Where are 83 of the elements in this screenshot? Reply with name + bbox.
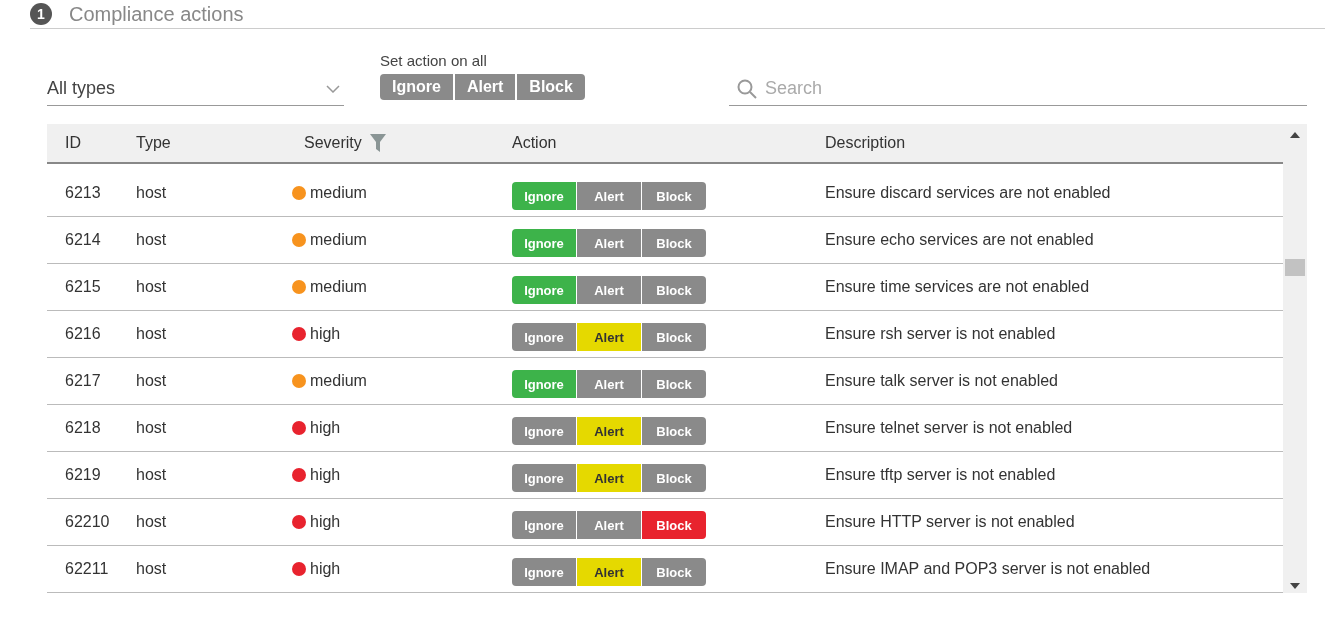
action-button[interactable]: Block — [642, 464, 706, 492]
id-cell-text: 6217 — [64, 372, 102, 390]
set-action-label: Set action on all — [380, 52, 488, 69]
description-cell-text: Ensure telnet server is not enabled — [825, 419, 1074, 437]
action-button[interactable]: Ignore — [512, 276, 576, 304]
action-button[interactable]: Alert — [577, 417, 641, 445]
action-button[interactable]: Block — [642, 229, 706, 257]
description-cell-text: Ensure echo services are not enabled — [825, 231, 1095, 249]
section-title: Compliance actions — [69, 2, 244, 26]
action-button[interactable]: Ignore — [512, 417, 576, 445]
action-button[interactable]: Block — [642, 370, 706, 398]
search-icon — [737, 79, 757, 99]
description-cell-text: Ensure tftp server is not enabled — [825, 466, 1057, 484]
id-cell-text: 6214 — [64, 231, 102, 249]
action-button[interactable]: Ignore — [512, 182, 576, 210]
type-cell-text: host — [136, 419, 168, 437]
severity-label: medium — [310, 278, 367, 296]
action-button[interactable]: Alert — [577, 323, 641, 351]
description-cell-text: Ensure talk server is not enabled — [825, 372, 1059, 390]
description-cell-text: Ensure discard services are not enabled — [825, 184, 1112, 202]
action-button[interactable]: Alert — [577, 558, 641, 586]
column-header[interactable]: ID — [47, 134, 136, 152]
column-header[interactable]: Description — [825, 134, 1283, 152]
action-button[interactable]: Ignore — [512, 229, 576, 257]
type-cell-text: host — [136, 560, 168, 578]
type-cell-text: host — [136, 325, 168, 343]
action-button[interactable]: Alert — [577, 464, 641, 492]
action-button[interactable]: Ignore — [512, 370, 576, 398]
id-cell-text: 6213 — [64, 184, 102, 202]
type-cell-text: host — [136, 372, 168, 390]
type-cell-text: host — [136, 278, 168, 296]
search-field[interactable]: Search — [729, 72, 1307, 106]
action-button[interactable]: Block — [642, 182, 706, 210]
step-number: 1 — [30, 3, 52, 25]
action-button[interactable]: Alert — [577, 182, 641, 210]
severity-label: high — [310, 560, 341, 578]
type-cell-text: host — [136, 231, 168, 249]
id-cell-text: 62211 — [64, 560, 110, 578]
description-cell-text: Ensure rsh server is not enabled — [825, 325, 1057, 343]
action-button[interactable]: Alert — [577, 511, 641, 539]
type-dropdown[interactable]: All types — [47, 72, 344, 106]
severity-label: medium — [310, 372, 367, 390]
severity-label: high — [310, 325, 341, 343]
column-header[interactable]: Severity — [304, 134, 362, 152]
set-all-action-button[interactable]: Block — [517, 74, 585, 100]
severity-label: high — [310, 466, 341, 484]
action-button[interactable]: Ignore — [512, 558, 576, 586]
description-cell-text: Ensure HTTP server is not enabled — [825, 513, 1076, 531]
action-button[interactable]: Block — [642, 417, 706, 445]
action-button[interactable]: Block — [642, 511, 706, 539]
id-cell-text: 6218 — [64, 419, 102, 437]
filter-icon[interactable] — [369, 134, 386, 152]
severity-label: medium — [310, 231, 367, 249]
action-button[interactable]: Block — [642, 276, 706, 304]
type-cell-text: host — [136, 466, 168, 484]
action-button[interactable]: Ignore — [512, 511, 576, 539]
scroll-up-icon[interactable] — [1290, 132, 1300, 138]
action-button[interactable]: Alert — [577, 370, 641, 398]
severity-label: high — [310, 513, 341, 531]
severity-label: high — [310, 419, 341, 437]
description-cell-text: Ensure time services are not enabled — [825, 278, 1091, 296]
id-cell-text: 6215 — [64, 278, 102, 296]
type-cell-text: host — [136, 513, 168, 531]
action-button[interactable]: Block — [642, 323, 706, 351]
id-cell-text: 62210 — [64, 513, 111, 531]
scrollbar[interactable] — [1283, 124, 1307, 593]
action-button[interactable]: Alert — [577, 276, 641, 304]
column-header[interactable]: Type — [136, 134, 292, 152]
action-button[interactable]: Block — [642, 558, 706, 586]
id-cell-text: 6216 — [64, 325, 102, 343]
severity-label: medium — [310, 184, 367, 202]
id-cell-text: 6219 — [64, 466, 102, 484]
set-all-action-button[interactable]: Alert — [454, 74, 516, 100]
column-header[interactable]: Action — [512, 134, 825, 152]
set-all-action-button[interactable]: Ignore — [380, 74, 453, 100]
chevron-down-icon — [326, 84, 340, 93]
description-cell-text: Ensure IMAP and POP3 server is not enabled — [825, 560, 1152, 578]
action-button[interactable]: Ignore — [512, 323, 576, 351]
scroll-thumb[interactable] — [1285, 259, 1305, 276]
type-cell-text: host — [136, 184, 168, 202]
scroll-down-icon[interactable] — [1290, 583, 1300, 589]
action-button[interactable]: Alert — [577, 229, 641, 257]
action-button[interactable]: Ignore — [512, 464, 576, 492]
